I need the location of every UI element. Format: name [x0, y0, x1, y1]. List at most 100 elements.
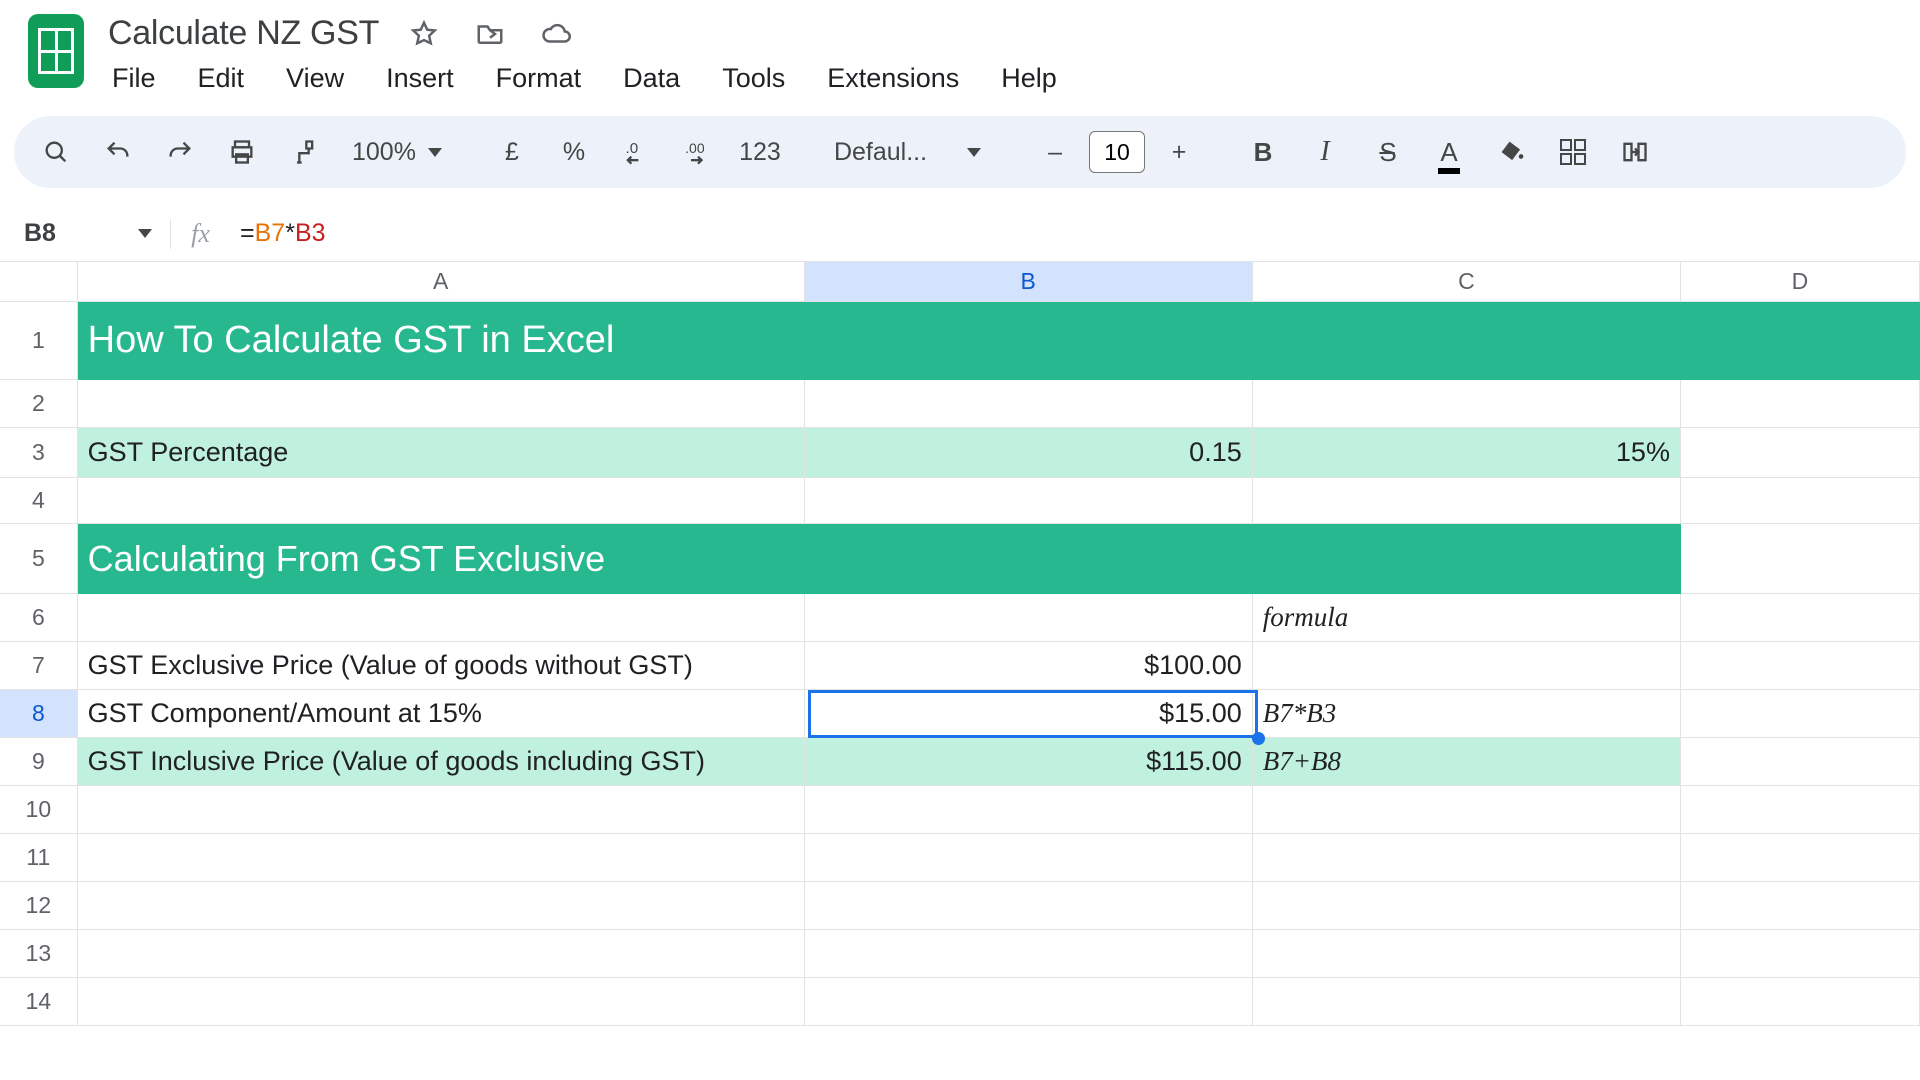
menu-extensions[interactable]: Extensions [823, 61, 963, 96]
row-header-2[interactable]: 2 [0, 380, 78, 428]
row-header-12[interactable]: 12 [0, 882, 78, 930]
format-percent-button[interactable]: % [554, 132, 594, 172]
row-header-11[interactable]: 11 [0, 834, 78, 882]
print-icon[interactable] [222, 132, 262, 172]
cell-A10[interactable] [78, 786, 805, 834]
cell-D6[interactable] [1681, 594, 1920, 642]
row-header-13[interactable]: 13 [0, 930, 78, 978]
cell-B9[interactable]: $115.00 [805, 738, 1253, 786]
cell-D10[interactable] [1681, 786, 1920, 834]
cell-D12[interactable] [1681, 882, 1920, 930]
menu-format[interactable]: Format [492, 61, 586, 96]
search-icon[interactable] [36, 132, 76, 172]
row-header-5[interactable]: 5 [0, 524, 78, 594]
increase-decimal-button[interactable]: .00 [678, 132, 718, 172]
cell-D2[interactable] [1681, 380, 1920, 428]
row-header-3[interactable]: 3 [0, 428, 78, 478]
cell-C7[interactable] [1253, 642, 1681, 690]
cell-D9[interactable] [1681, 738, 1920, 786]
zoom-select[interactable]: 100% [346, 138, 448, 167]
cell-C3[interactable]: 15% [1253, 428, 1681, 478]
font-family-select[interactable]: Defaul... [824, 138, 991, 167]
cell-C11[interactable] [1253, 834, 1681, 882]
format-currency-button[interactable]: £ [492, 132, 532, 172]
cell-C13[interactable] [1253, 930, 1681, 978]
row-header-9[interactable]: 9 [0, 738, 78, 786]
cell-A12[interactable] [78, 882, 805, 930]
bold-button[interactable]: B [1243, 132, 1283, 172]
cell-B14[interactable] [805, 978, 1253, 1026]
spreadsheet-grid[interactable]: A B C D 1 How To Calculate GST in Excel … [0, 262, 1920, 1026]
paint-format-icon[interactable] [284, 132, 324, 172]
formula-bar[interactable]: =B7*B3 [230, 219, 1920, 248]
cell-C2[interactable] [1253, 380, 1681, 428]
row-header-7[interactable]: 7 [0, 642, 78, 690]
cell-C9[interactable]: B7+B8 [1253, 738, 1681, 786]
col-header-C[interactable]: C [1253, 262, 1681, 302]
cell-A11[interactable] [78, 834, 805, 882]
cell-C10[interactable] [1253, 786, 1681, 834]
name-box[interactable]: B8 [0, 219, 170, 248]
row-header-6[interactable]: 6 [0, 594, 78, 642]
menu-tools[interactable]: Tools [718, 61, 789, 96]
cell-D5[interactable] [1681, 524, 1920, 594]
strikethrough-button[interactable]: S [1367, 132, 1407, 172]
merge-cells-button[interactable] [1615, 132, 1655, 172]
cell-A7[interactable]: GST Exclusive Price (Value of goods with… [78, 642, 805, 690]
text-color-button[interactable]: A [1429, 132, 1469, 172]
col-header-A[interactable]: A [78, 262, 805, 302]
cell-A4[interactable] [78, 478, 805, 524]
cell-B4[interactable] [805, 478, 1253, 524]
cell-B11[interactable] [805, 834, 1253, 882]
cell-D8[interactable] [1681, 690, 1920, 738]
undo-icon[interactable] [98, 132, 138, 172]
menu-file[interactable]: File [108, 61, 160, 96]
cell-D1[interactable] [1681, 302, 1920, 380]
cell-D3[interactable] [1681, 428, 1920, 478]
cell-A14[interactable] [78, 978, 805, 1026]
redo-icon[interactable] [160, 132, 200, 172]
menu-data[interactable]: Data [619, 61, 684, 96]
menu-view[interactable]: View [282, 61, 348, 96]
row-header-10[interactable]: 10 [0, 786, 78, 834]
sheets-app-icon[interactable] [28, 14, 84, 88]
cell-D11[interactable] [1681, 834, 1920, 882]
cell-D14[interactable] [1681, 978, 1920, 1026]
row-header-14[interactable]: 14 [0, 978, 78, 1026]
cell-C12[interactable] [1253, 882, 1681, 930]
cell-A5[interactable]: Calculating From GST Exclusive [78, 524, 805, 594]
cell-B5[interactable] [805, 524, 1253, 594]
cell-B12[interactable] [805, 882, 1253, 930]
cell-D7[interactable] [1681, 642, 1920, 690]
cell-C5[interactable] [1253, 524, 1681, 594]
cell-B8[interactable]: $15.00 [805, 690, 1253, 738]
cell-A1[interactable]: How To Calculate GST in Excel [78, 302, 805, 380]
col-header-B[interactable]: B [805, 262, 1253, 302]
cell-A13[interactable] [78, 930, 805, 978]
row-header-1[interactable]: 1 [0, 302, 78, 380]
col-header-D[interactable]: D [1681, 262, 1920, 302]
cell-B10[interactable] [805, 786, 1253, 834]
cell-B1[interactable] [805, 302, 1253, 380]
cell-C1[interactable] [1253, 302, 1681, 380]
italic-button[interactable]: I [1305, 132, 1345, 172]
fill-color-button[interactable] [1491, 132, 1531, 172]
document-title[interactable]: Calculate NZ GST [108, 14, 379, 53]
cell-C6[interactable]: formula [1253, 594, 1681, 642]
menu-help[interactable]: Help [997, 61, 1061, 96]
cell-B2[interactable] [805, 380, 1253, 428]
star-icon[interactable] [407, 17, 441, 51]
cell-B3[interactable]: 0.15 [805, 428, 1253, 478]
cell-A9[interactable]: GST Inclusive Price (Value of goods incl… [78, 738, 805, 786]
cell-D4[interactable] [1681, 478, 1920, 524]
select-all-corner[interactable] [0, 262, 78, 302]
cell-B7[interactable]: $100.00 [805, 642, 1253, 690]
row-header-4[interactable]: 4 [0, 478, 78, 524]
menu-insert[interactable]: Insert [382, 61, 458, 96]
row-header-8[interactable]: 8 [0, 690, 78, 738]
cell-A3[interactable]: GST Percentage [78, 428, 805, 478]
cell-D13[interactable] [1681, 930, 1920, 978]
menu-edit[interactable]: Edit [194, 61, 249, 96]
cell-B6[interactable] [805, 594, 1253, 642]
cell-A6[interactable] [78, 594, 805, 642]
